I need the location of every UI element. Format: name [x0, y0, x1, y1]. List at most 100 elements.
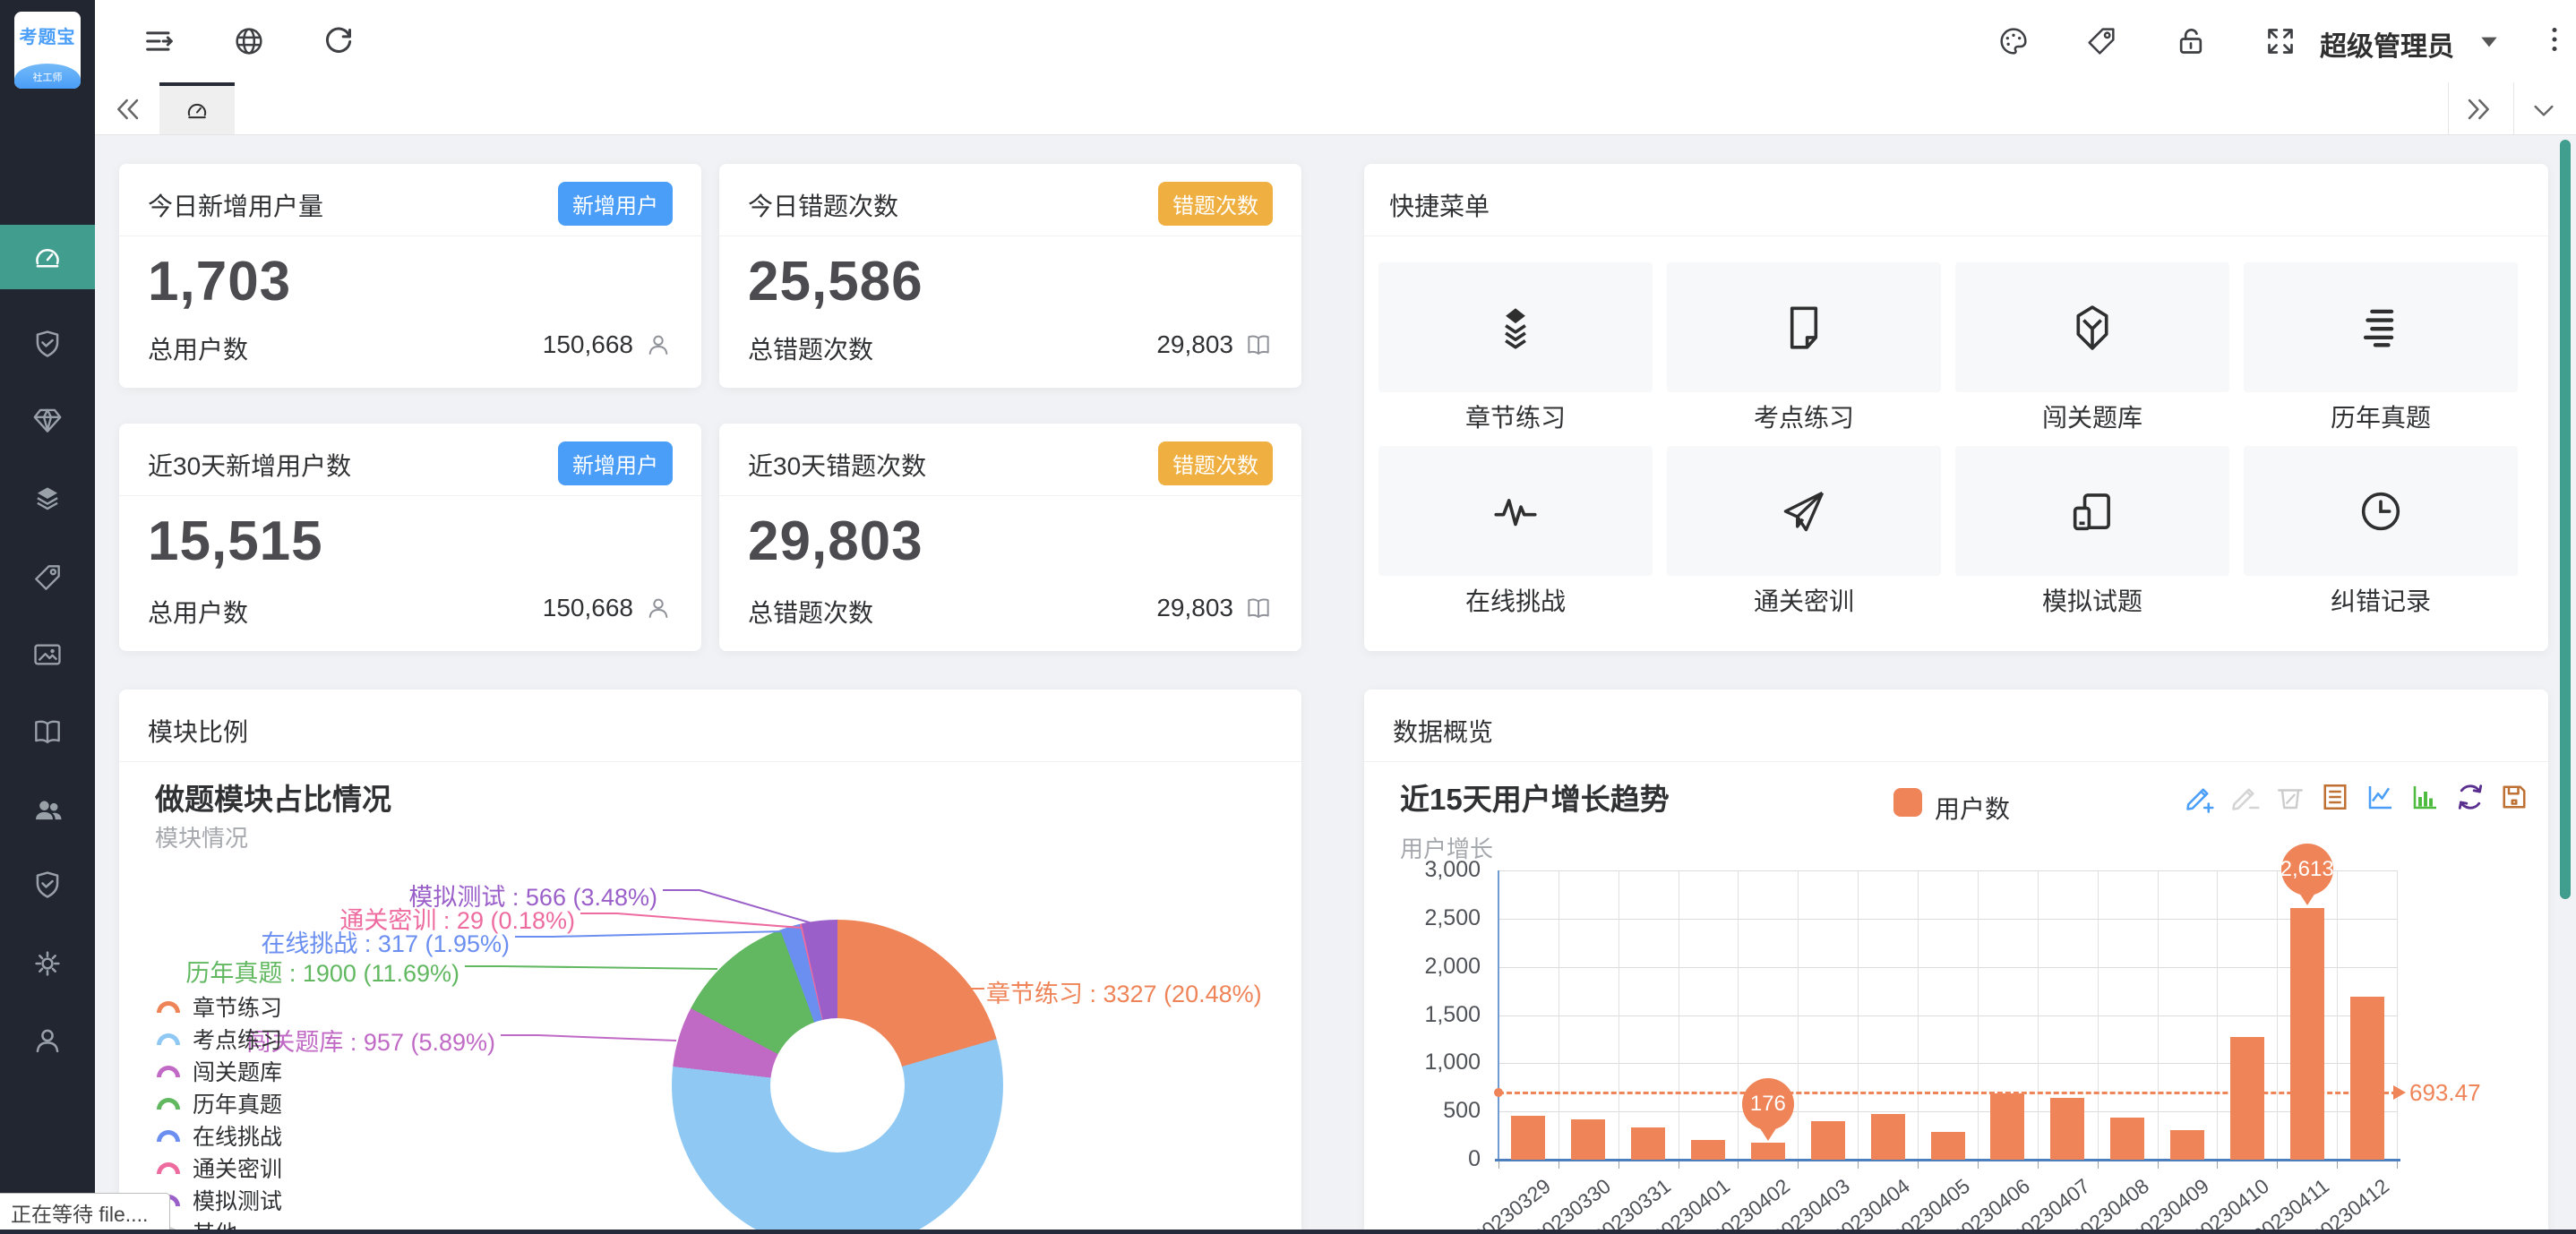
box-icon	[2066, 302, 2118, 354]
legend-item[interactable]: 在线挑战	[157, 1119, 282, 1152]
tab-dashboard[interactable]	[159, 82, 235, 134]
gridline-v	[1558, 870, 1559, 1160]
legend-item[interactable]: 历年真题	[157, 1087, 282, 1119]
sidebar-item-shield-1[interactable]	[0, 312, 95, 376]
users-icon	[30, 793, 64, 827]
stat-value: 1,703	[148, 250, 291, 313]
legend-marker	[157, 1001, 180, 1013]
bar[interactable]	[2110, 1118, 2144, 1160]
gridline-v	[1858, 870, 1859, 1160]
fullscreen-icon[interactable]	[2263, 23, 2298, 59]
more-dots-icon[interactable]	[2538, 23, 2571, 59]
vertical-scrollbar[interactable]	[2560, 140, 2571, 899]
quick-menu-item-chapter[interactable]	[1378, 262, 1653, 392]
bar[interactable]	[1691, 1140, 1725, 1160]
x-axis-tick	[2337, 1161, 2338, 1169]
sidebar-item-profile[interactable]	[0, 1008, 95, 1073]
tag-icon[interactable]	[2083, 23, 2119, 59]
pie-callout-label: 历年真题 : 1900 (11.69%)	[185, 954, 459, 989]
sidebar-item-settings[interactable]	[0, 931, 95, 996]
status-badge: 新增用户	[558, 182, 673, 226]
list-lines-icon	[2355, 302, 2407, 354]
sidebar-item-diamond[interactable]	[0, 388, 95, 452]
bar[interactable]	[1931, 1132, 1965, 1160]
globe-icon[interactable]	[231, 23, 267, 59]
quick-menu-label: 历年真题	[2244, 398, 2518, 434]
collapse-menu-icon[interactable]	[142, 23, 177, 59]
status-badge: 错题次数	[1158, 182, 1273, 226]
bar[interactable]	[2290, 908, 2324, 1160]
gridline-v	[1738, 870, 1739, 1160]
user-menu[interactable]: 超级管理员	[2320, 24, 2454, 64]
bar[interactable]	[2230, 1037, 2264, 1160]
shield-check-icon	[30, 327, 64, 361]
sidebar-item-dashboard[interactable]	[0, 225, 95, 289]
average-line-start-dot	[1494, 1088, 1503, 1097]
gridline-h	[1498, 919, 2397, 920]
card-title: 今日错题次数	[748, 187, 898, 223]
data-point-pin: 176	[1742, 1078, 1794, 1130]
sidebar-item-layers[interactable]	[0, 467, 95, 531]
stat-value: 29,803	[748, 510, 923, 573]
bar[interactable]	[1571, 1119, 1605, 1160]
average-line-label: 693.47	[2409, 1079, 2481, 1107]
user-icon	[30, 1024, 64, 1058]
sidebar-item-book[interactable]	[0, 699, 95, 764]
quick-menu-label: 章节练习	[1378, 398, 1653, 434]
legend-label: 章节练习	[193, 990, 282, 1023]
caret-down-icon[interactable]	[2477, 30, 2501, 54]
book-icon	[1244, 594, 1273, 622]
legend-label: 考点练习	[193, 1023, 282, 1055]
legend-item[interactable]: 考点练习	[157, 1023, 282, 1055]
legend-item[interactable]: 章节练习	[157, 990, 282, 1023]
sidebar-item-image[interactable]	[0, 622, 95, 687]
lock-icon[interactable]	[2173, 23, 2209, 59]
y-axis-line	[1498, 870, 1499, 1160]
average-line-arrow	[2393, 1085, 2406, 1100]
x-axis-tick	[1798, 1161, 1799, 1169]
legend-label: 通关密训	[193, 1152, 282, 1184]
quick-menu-card: 快捷菜单 章节练习 考点练习 闯关题库 历年真题 在线挑战 通关密训 模拟试题 …	[1364, 164, 2548, 651]
quick-menu-item-zhenti[interactable]	[2244, 262, 2518, 392]
quick-menu-label: 在线挑战	[1378, 582, 1653, 618]
legend-item[interactable]: 通关密训	[157, 1152, 282, 1184]
x-axis-tick	[1858, 1161, 1859, 1169]
legend-item[interactable]: 模拟测试	[157, 1184, 282, 1216]
browser-status-tooltip: 正在等待 file....	[0, 1193, 170, 1234]
bar[interactable]	[2050, 1098, 2084, 1160]
y-axis-tick: 1,000	[1391, 1050, 1481, 1075]
sidebar-item-shield-2[interactable]	[0, 853, 95, 917]
quick-menu-item-jiucuo[interactable]	[2244, 446, 2518, 576]
refresh-icon[interactable]	[321, 23, 356, 59]
sidebar-item-users[interactable]	[0, 777, 95, 842]
gridline-h	[1498, 870, 2397, 871]
sidebar-item-tag[interactable]	[0, 545, 95, 610]
gridline-v	[1918, 870, 1919, 1160]
quick-menu-item-chuangguan[interactable]	[1955, 262, 2229, 392]
bar[interactable]	[1811, 1121, 1845, 1160]
legend-item[interactable]: 闯关题库	[157, 1055, 282, 1087]
bar[interactable]	[1871, 1114, 1905, 1160]
palette-icon[interactable]	[1996, 23, 2031, 59]
quick-menu-item-kaodian[interactable]	[1667, 262, 1941, 392]
app-logo[interactable]: 考题宝 社工师	[14, 12, 81, 89]
separator	[2513, 82, 2514, 134]
y-axis-tick: 2,500	[1391, 905, 1481, 931]
tabs-menu-chevron-icon[interactable]	[2529, 96, 2558, 124]
legend-label: 闯关题库	[193, 1055, 282, 1087]
stat-value: 15,515	[148, 510, 323, 573]
bar[interactable]	[1511, 1116, 1545, 1160]
module-ratio-card: 模块比例 做题模块占比情况 模块情况 模拟测试 : 566 (3.48%)通关密…	[119, 690, 1301, 1234]
bar[interactable]	[1631, 1127, 1665, 1160]
legend-marker	[157, 1033, 180, 1045]
tabs-scroll-right-icon[interactable]	[2463, 94, 2494, 124]
bar[interactable]	[2350, 997, 2384, 1160]
quick-menu-item-moni[interactable]	[1955, 446, 2229, 576]
bar[interactable]	[1990, 1093, 2024, 1160]
donut-hole	[770, 1018, 905, 1153]
tabs-scroll-left-icon[interactable]	[113, 94, 143, 124]
quick-menu-item-mixun[interactable]	[1667, 446, 1941, 576]
quick-menu-item-tiaozhan[interactable]	[1378, 446, 1653, 576]
card-title: 模块比例	[148, 713, 248, 749]
bar[interactable]	[2170, 1130, 2204, 1160]
